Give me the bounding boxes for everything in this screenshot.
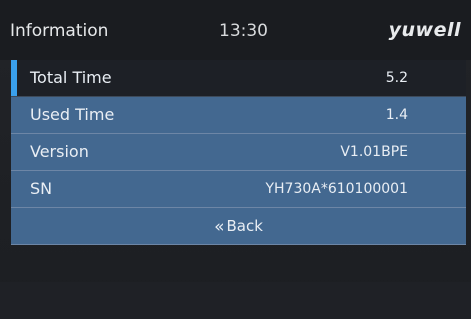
double-chevron-left-icon: « (214, 217, 225, 237)
info-row-value: 1.4 (385, 107, 408, 123)
info-row-value: V1.01BPE (340, 144, 408, 160)
info-row-label: Used Time (30, 105, 115, 124)
back-button-label: Back (226, 217, 263, 235)
info-row-used-time[interactable]: Used Time 1.4 (11, 97, 466, 134)
info-row-label: Total Time (30, 68, 112, 87)
selection-indicator (11, 60, 17, 96)
info-row-label: Version (30, 142, 89, 161)
info-row-value: YH730A*610100001 (265, 181, 408, 197)
device-screen: Information 13:30 yuwell Total Time 5.2 … (0, 0, 471, 319)
footer-strip (0, 282, 471, 319)
info-row-version[interactable]: Version V1.01BPE (11, 134, 466, 171)
status-bar: Information 13:30 yuwell (0, 0, 471, 60)
back-button[interactable]: «Back (11, 208, 466, 245)
clock-time: 13:30 (219, 21, 268, 41)
info-row-label: SN (30, 179, 53, 198)
info-menu: Total Time 5.2 Used Time 1.4 Version V1.… (11, 60, 466, 245)
brand-logo: yuwell (388, 19, 461, 41)
back-button-content: «Back (11, 216, 466, 237)
info-row-total-time[interactable]: Total Time 5.2 (11, 60, 466, 97)
screen-title: Information (10, 21, 109, 41)
info-row-value: 5.2 (385, 70, 408, 86)
info-row-sn[interactable]: SN YH730A*610100001 (11, 171, 466, 208)
